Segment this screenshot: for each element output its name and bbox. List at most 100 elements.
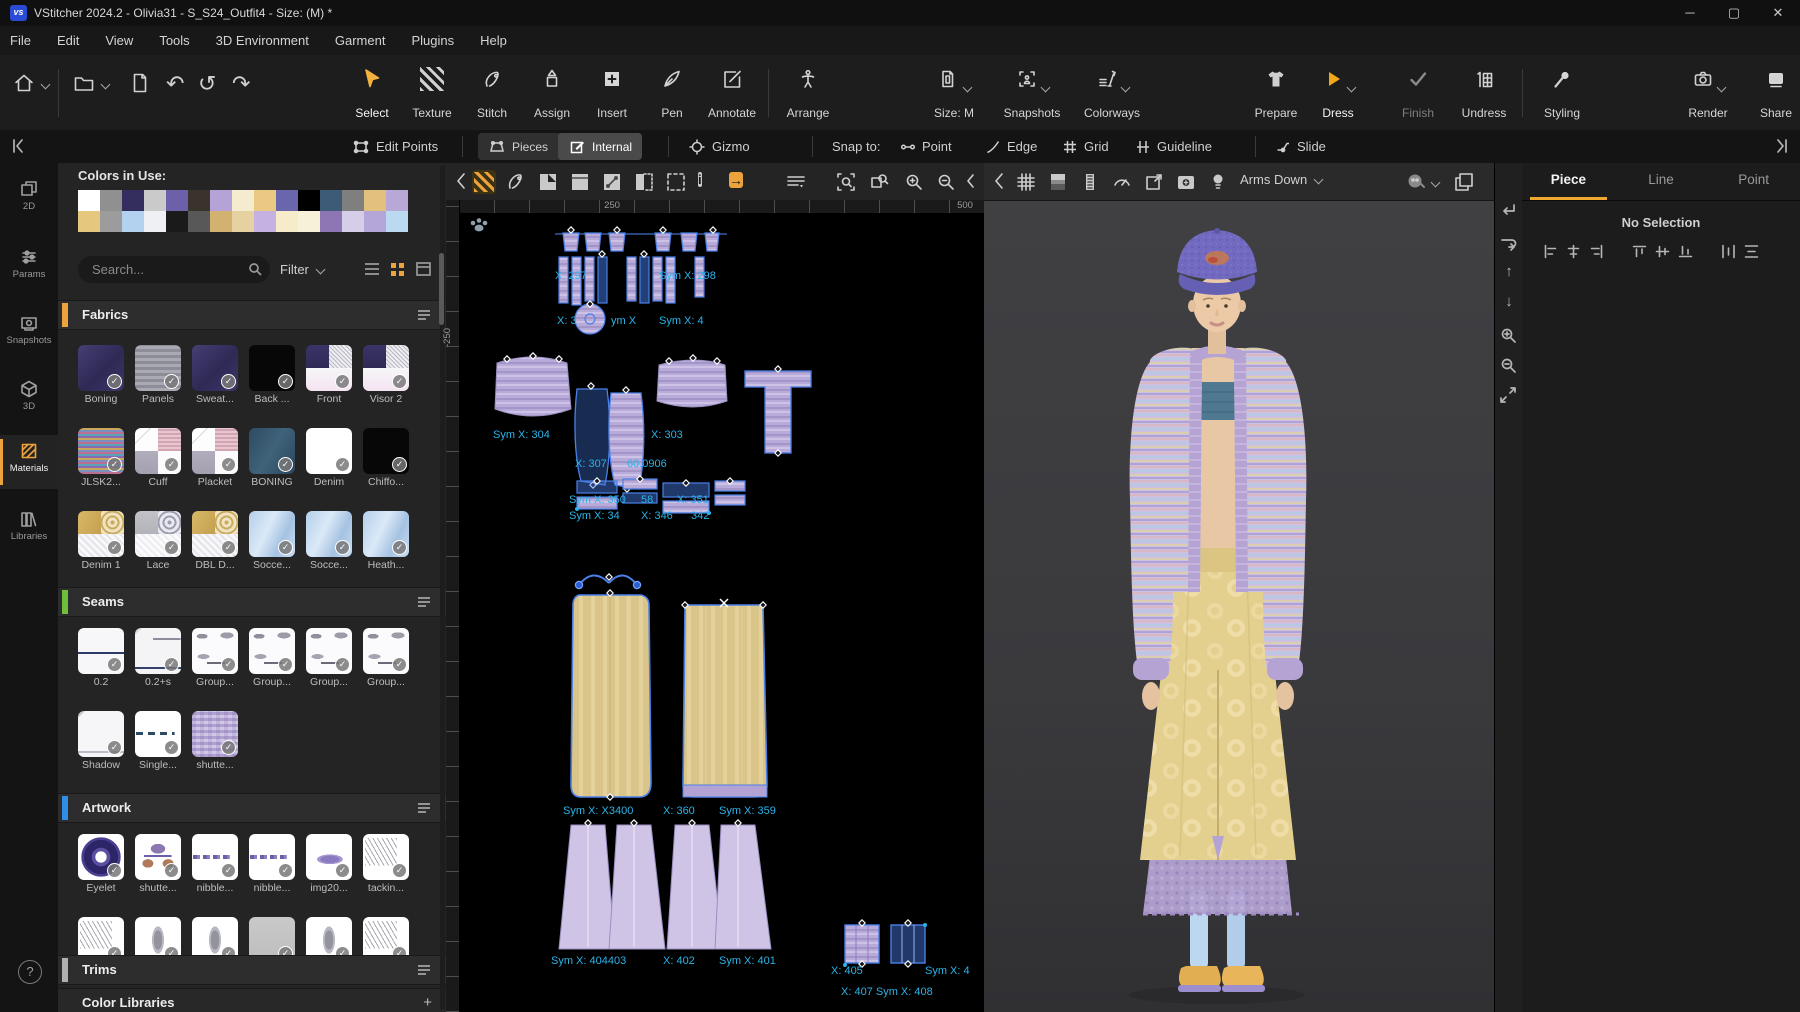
quad-gold-thumbnail[interactable]: ✓ (78, 511, 124, 557)
align-left-icon[interactable] (1542, 243, 1559, 260)
insert-tool-button[interactable]: Insert (580, 63, 644, 123)
material-item[interactable]: ✓Eyelet (78, 834, 124, 896)
material-item[interactable]: ✓Socce... (306, 511, 352, 573)
purple-fabric-thumbnail[interactable]: ✓ (78, 345, 124, 391)
material-item[interactable]: ✓Denim (306, 428, 352, 490)
size-chevron-icon[interactable] (963, 83, 973, 93)
arrow-up-icon[interactable]: ↑ (1495, 263, 1523, 280)
colorways-chevron-icon[interactable] (1121, 83, 1131, 93)
menu-view[interactable]: View (105, 33, 133, 48)
blue-satin-thumbnail[interactable]: ✓ (249, 511, 295, 557)
material-item[interactable]: ✓nibble... (192, 834, 238, 896)
size-button[interactable]: Size: M (922, 63, 986, 123)
art-eyelet-thumbnail[interactable]: ✓ (78, 834, 124, 880)
popout-window-icon[interactable] (1452, 170, 1476, 194)
section-menu-icon[interactable] (416, 801, 432, 815)
seam-shadow-thumbnail[interactable]: ✓ (78, 711, 124, 757)
edit-points-toggle[interactable]: Edit Points (352, 130, 438, 163)
color-swatch[interactable] (78, 211, 100, 232)
art-squiggle-thumbnail[interactable]: ✓ (249, 834, 295, 880)
rail-materials[interactable]: Materials (0, 435, 58, 489)
fold-pink-thumbnail[interactable]: ✓ (192, 428, 238, 474)
color-swatch[interactable] (122, 190, 144, 211)
color-swatch[interactable] (232, 211, 254, 232)
snap-grid-toggle[interactable]: Grid (1062, 130, 1109, 163)
color-swatch[interactable] (78, 190, 100, 211)
material-item[interactable]: ✓Chiffo... (363, 428, 409, 490)
annotate-tool-button[interactable]: Annotate (700, 63, 764, 123)
colorways-button[interactable]: Colorways (1080, 63, 1144, 123)
color-swatch[interactable] (188, 211, 210, 232)
knit-multi-thumbnail[interactable]: ✓ (78, 428, 124, 474)
select-tool-button[interactable]: Select (340, 63, 404, 123)
rail-3d[interactable]: 3D (0, 373, 58, 427)
rail-params[interactable]: Params (0, 241, 58, 295)
snap-point-toggle[interactable]: Point (900, 130, 952, 163)
share-button[interactable]: SZ Share (1744, 63, 1800, 123)
seams-section-header[interactable]: Seams (58, 587, 446, 617)
texture-display-toggle[interactable] (472, 170, 496, 194)
export-view-icon[interactable] (1142, 170, 1166, 194)
material-item[interactable]: ✓Group... (363, 628, 409, 690)
section-menu-icon[interactable] (416, 308, 432, 322)
arrow-mode-toggle[interactable]: → (728, 170, 752, 194)
rail-2d[interactable]: 2D (0, 173, 58, 227)
gray-stripe-thumbnail[interactable]: ✓ (135, 345, 181, 391)
tab-piece[interactable]: Piece (1522, 163, 1615, 200)
seam-group-thumbnail[interactable]: ✓ (249, 628, 295, 674)
avatar-head-icon[interactable] (1404, 170, 1428, 194)
material-item[interactable]: ✓0.2+s (135, 628, 181, 690)
color-swatch[interactable] (166, 190, 188, 211)
color-swatch[interactable] (276, 211, 298, 232)
section-menu-icon[interactable] (416, 963, 432, 977)
open-folder-button[interactable] (72, 71, 96, 95)
color-swatch[interactable] (386, 190, 408, 211)
zoom-selection-icon[interactable] (868, 170, 892, 194)
seam-dash-thumbnail[interactable]: ✓ (135, 711, 181, 757)
save-button[interactable] (128, 71, 152, 95)
info-toggle[interactable]: i (696, 170, 720, 194)
align-middle-icon[interactable] (1654, 243, 1671, 260)
rail-snapshots[interactable]: Snapshots (0, 307, 58, 361)
dress-button[interactable]: Dress (1306, 63, 1370, 123)
color-swatch[interactable] (144, 190, 166, 211)
quad-purple-thumbnail[interactable]: ✓ (306, 345, 352, 391)
material-item[interactable]: ✓Lace (135, 511, 181, 573)
material-item[interactable]: ✓DBL D... (192, 511, 238, 573)
grid-view-icon[interactable] (389, 260, 407, 278)
material-item[interactable]: ✓Cuff (135, 428, 181, 490)
quad-teal-thumbnail[interactable]: ✓ (306, 428, 352, 474)
material-item[interactable]: ✓Visor 2 (363, 345, 409, 407)
chevron-left-icon[interactable] (988, 170, 1012, 194)
art-feather-thumbnail[interactable]: ✓ (363, 834, 409, 880)
menu-edit[interactable]: Edit (57, 33, 79, 48)
avatar-3d[interactable] (984, 200, 1494, 1012)
snap-edge-toggle[interactable]: Edge (985, 130, 1037, 163)
home-button[interactable] (12, 71, 36, 95)
tension-map-icon[interactable] (1110, 170, 1134, 194)
seam-group-thumbnail[interactable]: ✓ (192, 628, 238, 674)
measure-tape-icon[interactable] (1078, 170, 1102, 194)
half-piece-toggle[interactable] (632, 170, 656, 194)
minimize-button[interactable]: ─ (1668, 0, 1712, 26)
color-swatch[interactable] (254, 211, 276, 232)
trims-section-header[interactable]: Trims (58, 955, 446, 985)
menu-garment[interactable]: Garment (335, 33, 386, 48)
art-squiggle-thumbnail[interactable]: ✓ (192, 834, 238, 880)
home-dropdown-chevron-icon[interactable] (41, 80, 51, 90)
finish-button[interactable]: Finish (1386, 63, 1450, 123)
tab-point[interactable]: Point (1707, 163, 1800, 200)
color-swatch[interactable] (100, 190, 122, 211)
stitch-link-toggle[interactable] (600, 170, 624, 194)
material-item[interactable]: ✓Boning (78, 345, 124, 407)
material-item[interactable]: ✓Denim 1 (78, 511, 124, 573)
material-item[interactable]: ✓Heath... (363, 511, 409, 573)
history-button[interactable]: ↺ (198, 71, 216, 97)
selection-box-toggle[interactable] (664, 170, 688, 194)
material-item[interactable]: ✓Panels (135, 345, 181, 407)
material-item[interactable]: ✓Group... (306, 628, 352, 690)
zoom-in-icon[interactable] (1498, 325, 1520, 347)
material-item[interactable]: ✓Group... (249, 628, 295, 690)
texture-tool-button[interactable]: Texture (400, 63, 464, 123)
fold-pink-thumbnail[interactable]: ✓ (135, 428, 181, 474)
